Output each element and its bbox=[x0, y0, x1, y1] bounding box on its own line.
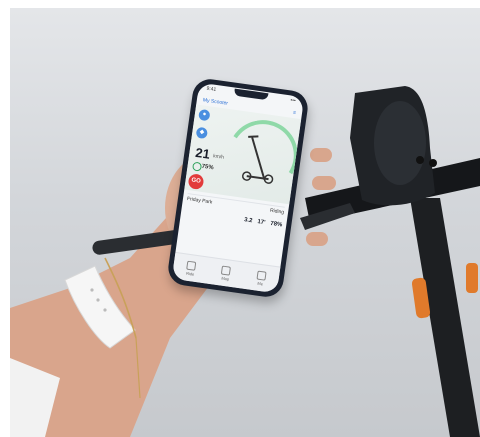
tab-me-label: Me bbox=[257, 280, 264, 286]
finger bbox=[306, 232, 328, 246]
route-status: Riding bbox=[269, 207, 285, 216]
bluetooth-icon[interactable]: ◆ bbox=[195, 126, 209, 140]
finger bbox=[310, 148, 332, 162]
tab-map-label: Map bbox=[221, 275, 230, 282]
reflector bbox=[466, 263, 478, 293]
stat-time: 17' bbox=[256, 219, 266, 227]
scooter-icon bbox=[241, 135, 274, 184]
status-time: 9:41 bbox=[206, 85, 217, 93]
signal-icon: ••• bbox=[290, 97, 297, 105]
stat-battery: 78% bbox=[269, 220, 283, 229]
speed-unit: km/h bbox=[212, 153, 225, 161]
lock-icon[interactable]: ● bbox=[198, 108, 211, 122]
tab-me[interactable]: Me bbox=[255, 270, 267, 286]
finger bbox=[312, 176, 336, 190]
tab-ride-label: Ride bbox=[185, 270, 195, 277]
stat-distance: 3.2 bbox=[243, 217, 253, 225]
battery-value: 75% bbox=[201, 163, 214, 172]
photo-background: 9:41 ••• My Scooter ≡ ● ◆ 21 km/h 75% GO… bbox=[10, 8, 480, 437]
speed-value: 21 bbox=[194, 144, 211, 162]
route-label: Friday Park bbox=[186, 196, 213, 206]
tab-map[interactable]: Map bbox=[221, 265, 232, 281]
map-icon bbox=[221, 265, 232, 276]
map-view[interactable]: ● ◆ 21 km/h 75% bbox=[184, 104, 305, 205]
ride-icon bbox=[186, 260, 197, 271]
app-screen: 9:41 ••• My Scooter ≡ ● ◆ 21 km/h 75% GO… bbox=[171, 82, 305, 294]
menu-icon[interactable]: ≡ bbox=[293, 110, 297, 116]
tab-ride[interactable]: Ride bbox=[186, 260, 197, 276]
profile-icon bbox=[256, 270, 267, 281]
